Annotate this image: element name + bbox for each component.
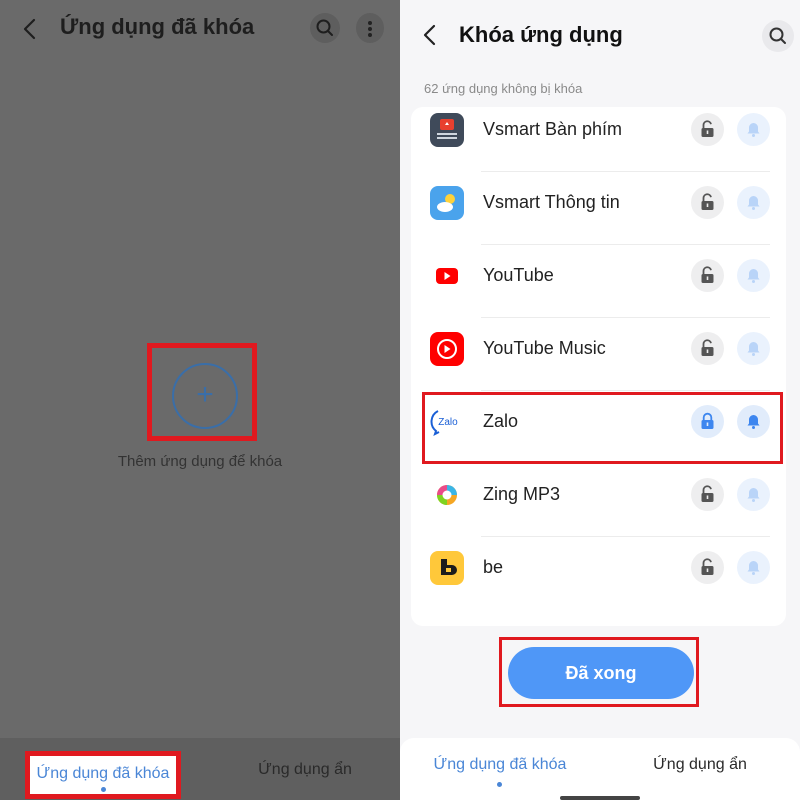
app-name: YouTube Music <box>483 338 606 358</box>
more-dot <box>368 21 372 25</box>
notification-toggle[interactable] <box>737 405 770 438</box>
bell-icon <box>747 415 760 429</box>
notification-toggle[interactable] <box>737 186 770 219</box>
be-app-icon <box>430 551 464 585</box>
bell-icon <box>747 269 760 283</box>
zalo-icon: Zalo <box>430 405 464 439</box>
app-name: Zing MP3 <box>483 484 561 504</box>
more-options-button[interactable] <box>356 13 384 43</box>
app-name: YouTube <box>483 265 554 285</box>
app-name: Vsmart Thông tin <box>483 192 620 212</box>
unlock-icon <box>701 339 714 356</box>
page-title: Khóa ứng dụng <box>459 22 623 47</box>
home-indicator <box>560 796 640 800</box>
back-button[interactable] <box>418 20 444 50</box>
top-bar: Ứng dụng đã khóa <box>0 0 400 58</box>
search-icon <box>769 27 786 44</box>
app-name: Zalo <box>483 411 519 431</box>
bell-icon <box>747 561 760 575</box>
add-app-label: Thêm ứng dụng để khóa <box>117 453 283 470</box>
list-item[interactable]: be <box>411 537 786 610</box>
chevron-left-icon <box>423 24 436 46</box>
lock-toggle[interactable] <box>691 551 724 584</box>
notification-toggle[interactable] <box>737 259 770 292</box>
keyboard-app-icon <box>430 113 464 147</box>
unlock-icon <box>701 120 714 137</box>
chevron-left-icon <box>23 18 36 40</box>
unlocked-count: 62 ứng dụng không bị khóa <box>424 81 583 96</box>
bell-icon <box>747 123 760 137</box>
list-item[interactable]: Zalo Zalo <box>411 391 786 464</box>
tab-locked-apps[interactable]: Ứng dụng đã khóa <box>420 756 580 774</box>
zing-mp3-icon <box>430 478 464 512</box>
weather-app-icon <box>430 186 464 220</box>
more-dot <box>368 27 372 31</box>
notification-toggle[interactable] <box>737 113 770 146</box>
notification-toggle[interactable] <box>737 478 770 511</box>
list-item[interactable]: YouTube Music <box>411 318 786 391</box>
list-item[interactable]: Zing MP3 <box>411 464 786 537</box>
app-list: Vsmart Bàn phím Vsmart Thông tin YouTube… <box>411 107 786 626</box>
bell-icon <box>747 342 760 356</box>
lock-icon <box>701 412 714 429</box>
more-dot <box>368 33 372 37</box>
lock-toggle[interactable] <box>691 113 724 146</box>
unlock-icon <box>701 193 714 210</box>
bell-icon <box>747 488 760 502</box>
done-button[interactable]: Đã xong <box>508 647 694 699</box>
unlock-icon <box>701 485 714 502</box>
notification-toggle[interactable] <box>737 332 770 365</box>
search-icon <box>316 19 333 36</box>
search-button[interactable] <box>762 20 794 52</box>
back-button[interactable] <box>18 14 44 44</box>
locked-apps-screen: Ứng dụng đã khóa + Thêm ứng dụng để khóa… <box>0 0 400 800</box>
list-item[interactable]: Vsmart Bàn phím <box>411 99 786 172</box>
active-tab-indicator <box>101 787 106 792</box>
active-tab-indicator <box>497 782 502 787</box>
add-app-highlight: + <box>147 343 257 441</box>
tab-hidden-apps[interactable]: Ứng dụng ẩn <box>610 756 790 774</box>
lock-toggle[interactable] <box>691 259 724 292</box>
search-button[interactable] <box>310 13 340 43</box>
zalo-icon-text: Zalo <box>438 417 458 428</box>
unlock-icon <box>701 266 714 283</box>
add-app-button[interactable]: + <box>172 363 238 429</box>
youtube-icon <box>430 259 464 293</box>
lock-toggle[interactable] <box>691 405 724 438</box>
lock-toggle[interactable] <box>691 332 724 365</box>
page-title: Ứng dụng đã khóa <box>60 14 255 39</box>
app-name: be <box>483 557 504 577</box>
list-item[interactable]: Vsmart Thông tin <box>411 172 786 245</box>
lock-toggle[interactable] <box>691 478 724 511</box>
done-button-highlight: Đã xong <box>499 637 699 707</box>
tab-label: Ứng dụng đã khóa <box>36 765 170 782</box>
notification-toggle[interactable] <box>737 551 770 584</box>
tab-locked-apps[interactable]: Ứng dụng đã khóa <box>25 751 181 799</box>
tab-hidden-apps[interactable]: Ứng dụng ẩn <box>215 761 395 779</box>
youtube-music-icon <box>430 332 464 366</box>
bell-icon <box>747 196 760 210</box>
unlock-icon <box>701 558 714 575</box>
lock-toggle[interactable] <box>691 186 724 219</box>
app-name: Vsmart Bàn phím <box>483 119 623 139</box>
list-item[interactable]: YouTube <box>411 245 786 318</box>
plus-icon: + <box>196 378 214 411</box>
